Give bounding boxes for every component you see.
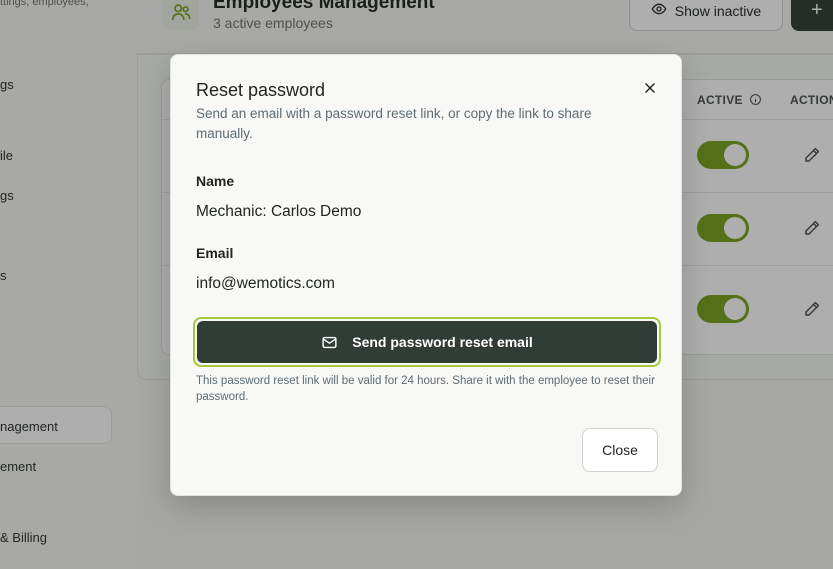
email-value: info@wemotics.com [196,275,335,292]
dialog-title: Reset password [196,80,326,100]
dialog-description: Send an email with a password reset link… [196,106,592,141]
close-icon[interactable] [640,78,660,98]
name-value: Mechanic: Carlos Demo [196,203,362,220]
send-button-focus-ring: Send password reset email [193,317,661,367]
mail-icon [321,334,338,351]
name-label: Name [196,173,235,189]
email-label: Email [196,245,234,261]
send-reset-email-button[interactable]: Send password reset email [197,321,657,363]
send-button-label: Send password reset email [352,334,533,350]
reset-password-dialog: Reset password Send an email with a pass… [170,54,682,496]
close-button[interactable]: Close [582,428,658,472]
validity-note: This password reset link will be valid f… [196,375,655,403]
